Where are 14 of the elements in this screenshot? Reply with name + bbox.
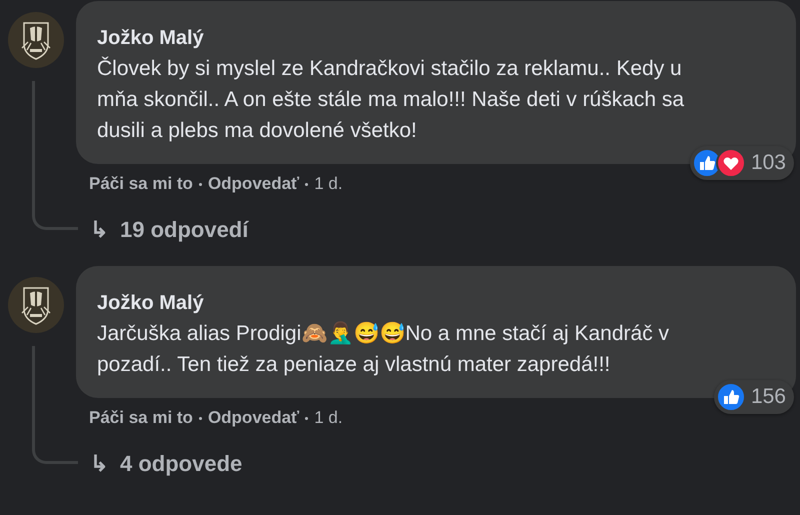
reply-link[interactable]: Odpovedať bbox=[208, 405, 300, 431]
author-name[interactable]: Jožko Malý bbox=[97, 25, 776, 51]
reaction-badge[interactable]: 103 bbox=[690, 146, 794, 180]
view-replies-link[interactable]: ↳ 4 odpovede bbox=[76, 448, 800, 478]
comment-text: Človek by si myslel ze Kandračkovi stačilo za reklamu.. Kedy u mňa skončil.. A on ešte stále ma malo!!! Naše deti v rúškach sa dusili a plebs ma dovolené všetko! bbox=[97, 56, 686, 144]
timestamp: 1 d. bbox=[314, 407, 343, 430]
view-replies-link[interactable]: ↳ 19 odpovedí bbox=[76, 214, 800, 244]
like-link[interactable]: Páči sa mi to bbox=[89, 171, 193, 197]
reply-link[interactable]: Odpovedať bbox=[208, 171, 300, 197]
reaction-badge[interactable]: 156 bbox=[714, 380, 794, 414]
author-name[interactable]: Jožko Malý bbox=[97, 290, 776, 316]
comment-text: Jarčuška alias Prodigi🙈🤦‍♂😅😅No a mne stačí aj Kandráč v pozadí.. Ten tiež za peniaze aj vlastnú mater zapredá!!! bbox=[97, 320, 670, 378]
timestamp: 1 d. bbox=[314, 173, 343, 196]
like-link[interactable]: Páči sa mi to bbox=[89, 405, 193, 431]
